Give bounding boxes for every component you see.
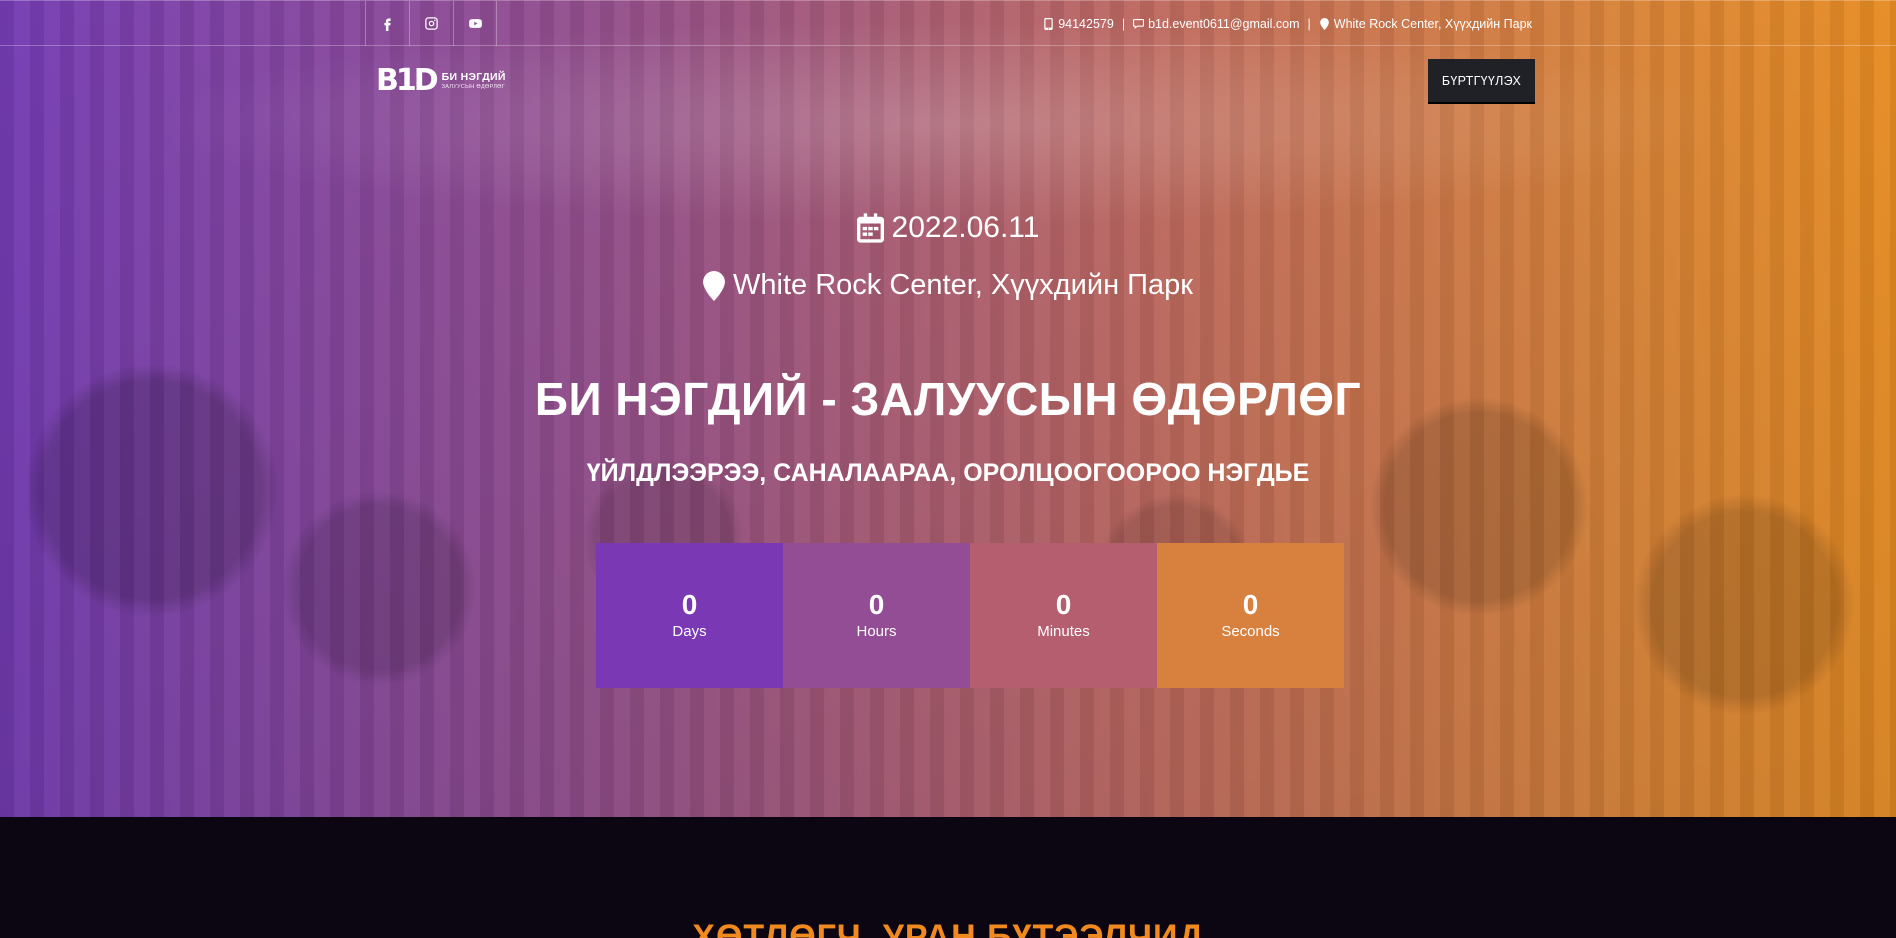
hero-content: 2022.06.11 White Rock Center, Хүүхдийн П…: [0, 0, 1896, 817]
phone-info: 94142579: [1043, 17, 1114, 31]
address-info: White Rock Center, Хүүхдийн Парк: [1319, 17, 1532, 31]
facebook-link[interactable]: [365, 1, 409, 46]
mobile-phone-icon: [1044, 17, 1053, 30]
email-info: b1d.event0611@gmail.com: [1133, 17, 1300, 31]
logo-mark: B1D: [376, 63, 439, 98]
register-button[interactable]: БҮРТГҮҮЛЭХ: [1428, 59, 1535, 104]
separator: |: [1121, 16, 1126, 31]
countdown-days: 0 Days: [596, 543, 783, 688]
event-date: 2022.06.11: [0, 211, 1896, 245]
instagram-icon: [425, 17, 438, 30]
logo[interactable]: B1D БИ НЭГДИЙ ЗАЛУУСЫН ӨДӨРЛӨГ: [376, 66, 506, 96]
page-subtitle: ҮЙЛДЛЭЭРЭЭ, САНАЛААРАА, ОРОЛЦООГООРОО НЭ…: [586, 459, 1310, 487]
contact-info: 94142579 | b1d.event0611@gmail.com | Whi…: [1043, 1, 1532, 46]
logo-line-2: ЗАЛУУСЫН ӨДӨРЛӨГ: [441, 83, 506, 90]
map-marker-icon: [703, 270, 725, 301]
logo-line-1: БИ НЭГДИЙ: [441, 71, 506, 83]
countdown-minutes: 0 Minutes: [970, 543, 1157, 688]
logo-text: БИ НЭГДИЙ ЗАЛУУСЫН ӨДӨРЛӨГ: [442, 72, 506, 90]
top-bar: 94142579 | b1d.event0611@gmail.com | Whi…: [0, 0, 1896, 46]
address-text: White Rock Center, Хүүхдийн Парк: [1333, 16, 1532, 31]
countdown-minutes-value: 0: [1055, 589, 1072, 620]
countdown-seconds-value: 0: [1242, 589, 1259, 620]
instagram-link[interactable]: [409, 1, 453, 46]
countdown-hours-label: Hours: [856, 623, 897, 640]
phone-number[interactable]: 94142579: [1058, 17, 1114, 31]
page-title: БИ НЭГДИЙ - ЗАЛУУСЫН ӨДӨРЛӨГ: [534, 373, 1362, 425]
countdown-days-value: 0: [681, 589, 698, 620]
social-links: [365, 1, 497, 46]
countdown-minutes-label: Minutes: [1037, 623, 1090, 640]
countdown-hours: 0 Hours: [783, 543, 970, 688]
calendar-icon: [856, 213, 884, 243]
main-nav: B1D БИ НЭГДИЙ ЗАЛУУСЫН ӨДӨРЛӨГ БҮРТГҮҮЛЭ…: [0, 46, 1896, 117]
event-location-text: White Rock Center, Хүүхдийн Парк: [733, 269, 1193, 301]
countdown-timer: 0 Days 0 Hours 0 Minutes 0 Seconds: [596, 543, 1344, 688]
event-date-text: 2022.06.11: [891, 211, 1040, 244]
youtube-icon: [468, 19, 482, 28]
map-marker-icon: [1319, 17, 1329, 30]
countdown-seconds: 0 Seconds: [1157, 543, 1344, 688]
section-title: ХӨТЛӨГЧ, УРАН БҮТЭЭЛЧИД: [692, 918, 1204, 938]
countdown-hours-value: 0: [868, 589, 885, 620]
event-location: White Rock Center, Хүүхдийн Парк: [0, 269, 1896, 302]
facebook-icon: [384, 18, 391, 31]
email-address[interactable]: b1d.event0611@gmail.com: [1148, 17, 1299, 31]
comment-icon: [1133, 18, 1145, 29]
separator: |: [1307, 16, 1311, 31]
hosts-section: ХӨТЛӨГЧ, УРАН БҮТЭЭЛЧИД: [0, 817, 1896, 938]
countdown-seconds-label: Seconds: [1221, 623, 1280, 640]
countdown-days-label: Days: [672, 623, 707, 640]
youtube-link[interactable]: [453, 1, 497, 46]
